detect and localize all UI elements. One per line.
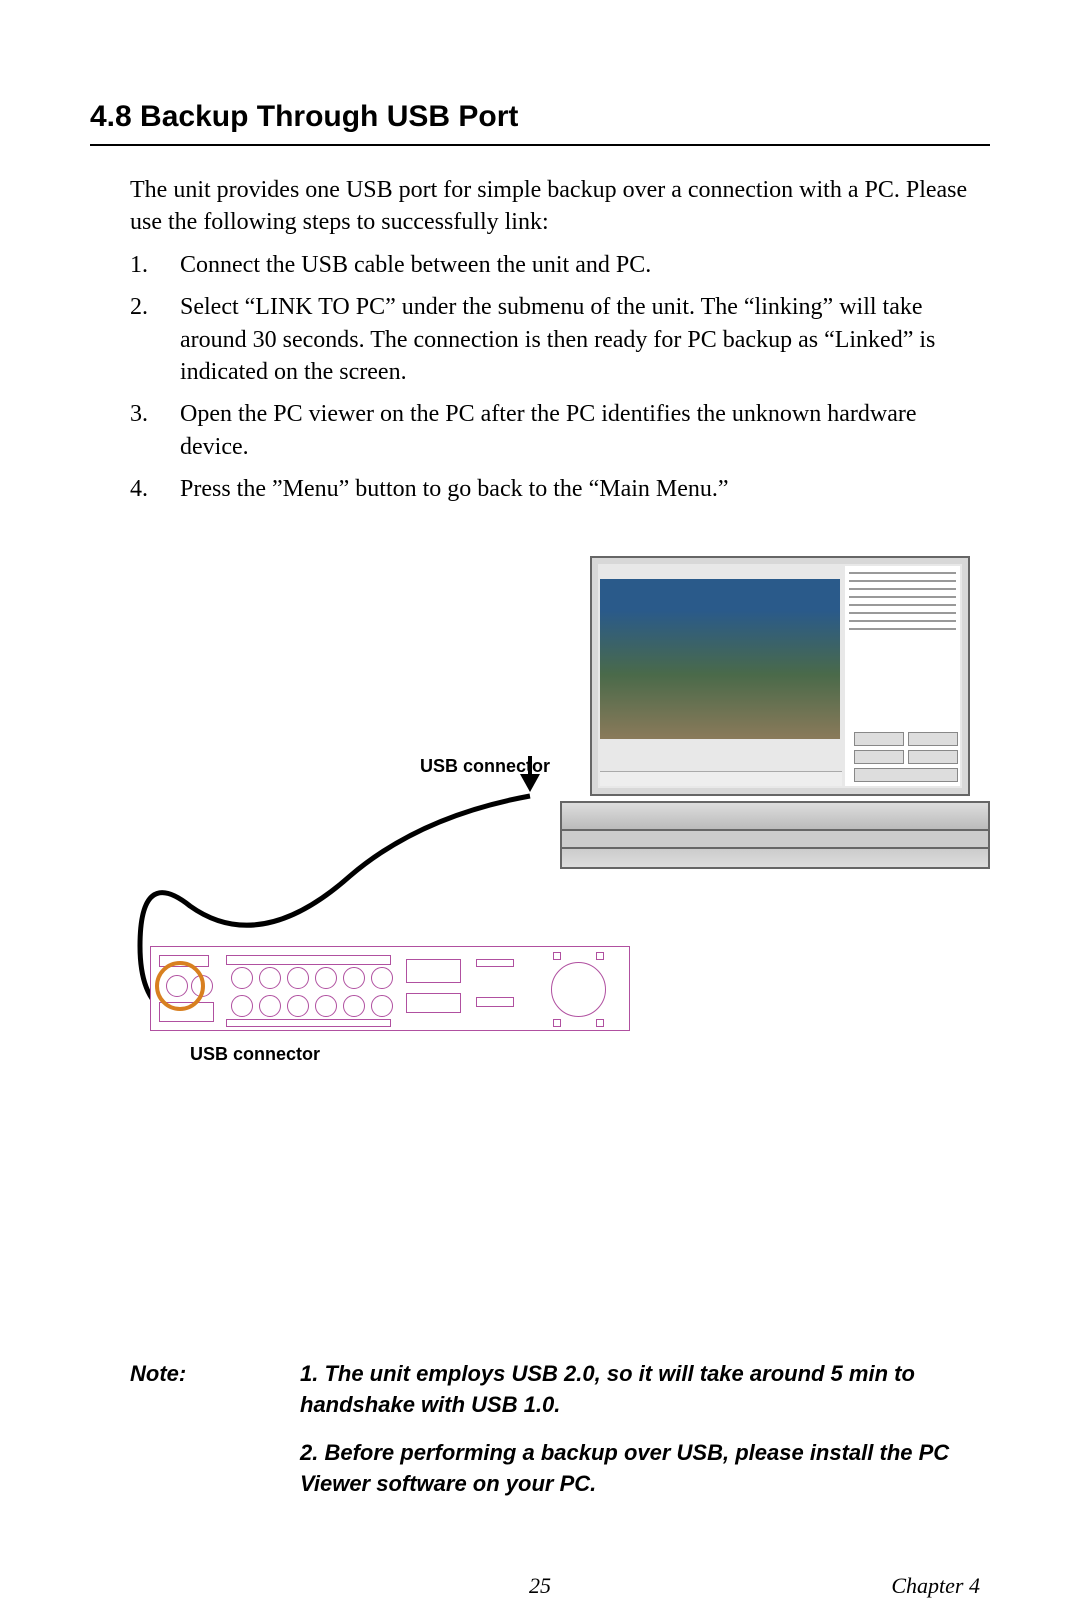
- pc-viewer-toolbar: [600, 771, 842, 786]
- usb-connector-label-dvr: USB connector: [190, 1044, 320, 1065]
- pc-viewer-window: [598, 564, 962, 788]
- pc-viewer-video-frame: [600, 579, 840, 739]
- step-text: Open the PC viewer on the PC after the P…: [180, 398, 980, 463]
- step-text: Connect the USB cable between the unit a…: [180, 249, 651, 281]
- note-block: Note: 1. The unit employs USB 2.0, so it…: [130, 1359, 990, 1518]
- connection-diagram: USB connector USB connector: [90, 556, 990, 1096]
- section-heading: 4.8 Backup Through USB Port: [90, 100, 990, 146]
- note-item: 2. Before performing a backup over USB, …: [300, 1438, 990, 1500]
- step-text: Press the ”Menu” button to go back to th…: [180, 473, 729, 505]
- step-number: 2.: [130, 291, 180, 388]
- step-number: 3.: [130, 398, 180, 463]
- note-item: 1. The unit employs USB 2.0, so it will …: [300, 1359, 990, 1421]
- list-item: 2. Select “LINK TO PC” under the submenu…: [130, 291, 980, 388]
- pc-viewer-info-panel: [845, 566, 960, 786]
- note-items: 1. The unit employs USB 2.0, so it will …: [300, 1359, 990, 1518]
- step-list: 1. Connect the USB cable between the uni…: [130, 249, 980, 506]
- list-item: 3. Open the PC viewer on the PC after th…: [130, 398, 980, 463]
- note-label: Note:: [130, 1359, 300, 1518]
- page-number: 25: [529, 1573, 551, 1599]
- usb-port-highlight-ring: [155, 961, 205, 1011]
- intro-paragraph: The unit provides one USB port for simpl…: [130, 174, 980, 239]
- pc-keyboard-base: [560, 801, 990, 881]
- arrow-icon: [528, 756, 532, 776]
- list-item: 1. Connect the USB cable between the uni…: [130, 249, 980, 281]
- chapter-label: Chapter 4: [891, 1573, 980, 1599]
- step-text: Select “LINK TO PC” under the submenu of…: [180, 291, 980, 388]
- dvr-unit-rear-panel: [150, 946, 630, 1031]
- step-number: 1.: [130, 249, 180, 281]
- list-item: 4. Press the ”Menu” button to go back to…: [130, 473, 980, 505]
- pc-monitor: [590, 556, 970, 796]
- step-number: 4.: [130, 473, 180, 505]
